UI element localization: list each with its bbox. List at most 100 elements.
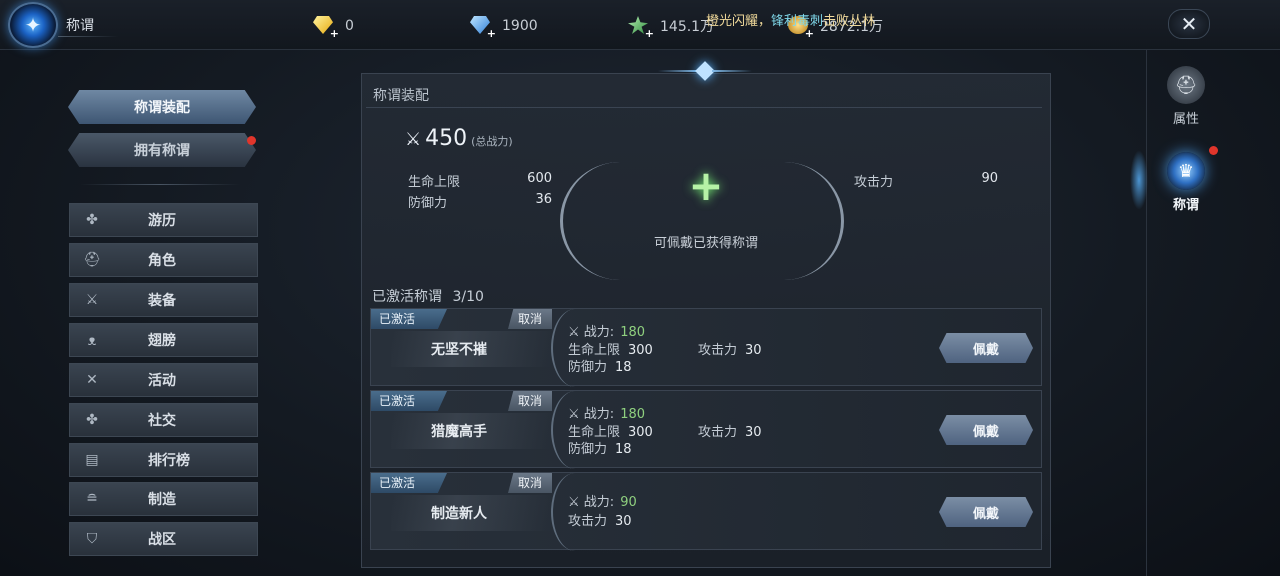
stat-value: 300 [628,343,653,358]
window-title: 称谓 [66,18,94,34]
menu-item-equipment[interactable]: ⚔ 装备 [69,283,258,317]
stat-label: 防御力 [568,442,608,457]
stat-value: 300 [628,425,653,440]
stat-value: 30 [745,343,762,358]
crossed-swords-icon: ✕ [86,372,98,388]
close-button[interactable]: ✕ [1168,9,1210,39]
wear-button[interactable]: 佩戴 [939,333,1033,363]
top-bar: ✦ 称谓 + 0 + 1900 + 145.1万 + 2872.1万 橙光闪耀，… [0,0,1280,50]
wear-button[interactable]: 佩戴 [939,497,1033,527]
panel-divider [366,107,1042,108]
broadcast-part: 橙光闪耀， [706,14,772,29]
menu-item-character[interactable]: ⛑ 角色 [69,243,258,277]
card-stat: 攻击力 30 [698,421,762,440]
menu-item-crafting[interactable]: ≘ 制造 [69,482,258,516]
anvil-icon: ≘ [86,491,98,507]
active-count-label: 已激活称谓 [372,289,442,305]
cancel-button[interactable]: 取消 [508,473,552,493]
tab-title-equip[interactable]: 称谓装配 [68,90,256,124]
active-count-value: 3/10 [452,289,484,305]
menu-item-war-zone[interactable]: ⛉ 战区 [69,522,258,556]
title-name: 制造新人 [431,506,487,522]
notification-dot [247,136,256,145]
menu-item-label: 活动 [148,373,176,389]
broadcast-part: 锋利毒刺 [771,14,824,29]
tab-owned-titles[interactable]: 拥有称谓 [68,133,256,167]
crossed-swords-icon: ⚔ [568,407,580,422]
wear-button[interactable]: 佩戴 [939,415,1033,445]
broadcast-part: 击败丛林 [823,14,876,29]
activated-badge: 已激活 [371,309,447,329]
green-star-icon: + [628,15,654,40]
card-power: ⚔ 战力: 180 [568,321,645,340]
crossed-swords-icon: ⚔ [405,129,422,150]
currency-blue-diamond[interactable]: + 1900 [470,13,538,40]
menu-item-label: 排行榜 [148,453,190,469]
cancel-button[interactable]: 取消 [508,309,552,329]
currency-yellow-diamond[interactable]: + 0 [313,13,354,40]
title-underline [58,36,118,37]
menu-item-social[interactable]: ✤ 社交 [69,403,258,437]
trophy-icon: ▤ [85,452,99,468]
menu-item-label: 社交 [148,413,176,429]
menu-item-label: 角色 [148,253,176,269]
stat-value: 36 [535,192,552,207]
power-label: 战力: [583,495,615,510]
card-power: ⚔ 战力: 90 [568,491,637,510]
card-power: ⚔ 战力: 180 [568,403,645,422]
right-rail-divider [1146,50,1147,576]
title-emblem-icon: ✦ [8,2,58,48]
stat-value: 30 [615,514,632,529]
active-titles-count: 已激活称谓 3/10 [372,286,484,306]
yellow-diamond-icon: + [313,15,339,40]
title-card: 已激活 取消 猎魔高手 ⚔ 战力: 180 生命上限 300 攻击力 30 防御力 18… [370,390,1042,469]
power-value: 180 [620,325,646,340]
stat-label: 攻击力 [854,175,894,190]
stat-value: 18 [615,360,632,375]
stat-label: 生命上限 [408,175,461,190]
menu-item-activity[interactable]: ✕ 活动 [69,363,258,397]
currency-green-star[interactable]: + 145.1万 [628,13,714,40]
rail-tab-titles[interactable]: ♛ 称谓 [1146,152,1226,213]
power-label: 战力: [583,325,615,340]
panel-ornament [650,61,760,81]
currency-value: 0 [345,18,354,34]
stat-value: 600 [527,171,552,186]
power-label: 战力: [583,407,615,422]
stat-label: 防御力 [568,360,608,375]
currency-value: 1900 [502,18,538,34]
menu-item-wings[interactable]: ᴥ 翅膀 [69,323,258,357]
menu-item-travel[interactable]: ✤ 游历 [69,203,258,237]
total-power-value: 450 [425,126,468,151]
rail-tab-label: 称谓 [1172,198,1199,213]
crossed-swords-icon: ⚔ [568,325,580,340]
equipment-icon: ⚔ [85,292,99,308]
menu-item-label: 制造 [148,492,176,508]
stat-label: 防御力 [408,196,448,211]
stat-value: 90 [981,171,998,186]
broadcast-message: 橙光闪耀，锋利毒刺击败丛林 [706,10,875,29]
cancel-button[interactable]: 取消 [508,391,552,411]
rail-tab-attributes[interactable]: ⛑ 属性 [1146,66,1226,127]
menu-item-label: 装备 [148,293,176,309]
panel-title: 称谓装配 [373,88,429,104]
crossed-swords-icon: ⚔ [568,495,580,510]
title-card: 已激活 取消 制造新人 ⚔ 战力: 90 攻击力 30 佩戴 [370,472,1042,551]
card-stat: 防御力 18 [568,356,632,375]
puzzle-icon: ✤ [86,412,98,428]
rail-tab-label: 属性 [1172,112,1199,127]
stat-value: 30 [745,425,762,440]
sidebar-divider [80,184,240,185]
add-title-plus-icon[interactable]: + [686,165,726,207]
card-stat: 防御力 18 [568,438,632,457]
activated-badge: 已激活 [371,473,447,493]
power-value: 180 [620,407,646,422]
menu-item-label: 游历 [148,213,176,229]
stat-value: 18 [615,442,632,457]
activated-badge: 已激活 [371,391,447,411]
blue-diamond-icon: + [470,15,496,40]
menu-item-leaderboard[interactable]: ▤ 排行榜 [69,443,258,477]
shield-icon: ⛉ [86,531,98,547]
power-value: 90 [620,495,637,510]
stat-label: 攻击力 [698,425,738,440]
